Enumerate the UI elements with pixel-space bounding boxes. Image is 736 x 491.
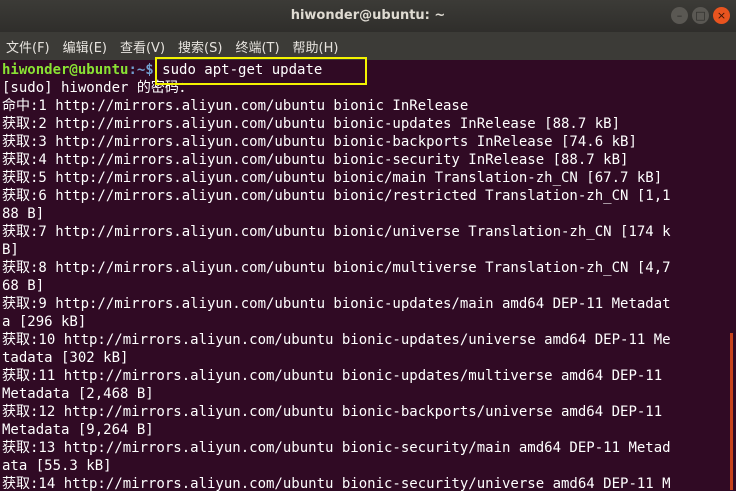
- terminal-window: hiwonder@ubuntu: ~ – □ × 文件(F) 编辑(E) 查看(…: [0, 0, 736, 491]
- terminal-line: 命中:1 http://mirrors.aliyun.com/ubuntu bi…: [2, 98, 469, 114]
- terminal-output[interactable]: hiwonder@ubuntu:~$ sudo apt-get update […: [2, 61, 726, 491]
- terminal-line: 获取:12 http://mirrors.aliyun.com/ubuntu b…: [2, 404, 663, 420]
- terminal-line: 获取:3 http://mirrors.aliyun.com/ubuntu bi…: [2, 134, 637, 150]
- title-bar[interactable]: hiwonder@ubuntu: ~ – □ ×: [0, 0, 736, 32]
- prompt-user: hiwonder@ubuntu: [2, 62, 129, 78]
- command-highlight-box: [155, 57, 367, 85]
- prompt-path: :~$: [128, 62, 154, 78]
- terminal-line: 获取:5 http://mirrors.aliyun.com/ubuntu bi…: [2, 170, 663, 186]
- menu-edit[interactable]: 编辑(E): [63, 37, 107, 56]
- window-title: hiwonder@ubuntu: ~: [290, 8, 446, 23]
- terminal-line: 获取:2 http://mirrors.aliyun.com/ubuntu bi…: [2, 116, 621, 132]
- menu-help[interactable]: 帮助(H): [293, 37, 339, 56]
- menu-view[interactable]: 查看(V): [120, 37, 165, 56]
- menu-bar: 文件(F) 编辑(E) 查看(V) 搜索(S) 终端(T) 帮助(H): [0, 32, 736, 60]
- minimize-button[interactable]: –: [671, 7, 688, 24]
- terminal-line: 68 B]: [2, 278, 45, 294]
- terminal-line: 获取:7 http://mirrors.aliyun.com/ubuntu bi…: [2, 224, 671, 240]
- terminal-line: tadata [302 kB]: [2, 350, 129, 366]
- maximize-button[interactable]: □: [692, 7, 709, 24]
- terminal-line: B]: [2, 242, 19, 258]
- terminal-line: 获取:11 http://mirrors.aliyun.com/ubuntu b…: [2, 368, 663, 384]
- window-controls: – □ ×: [671, 7, 730, 24]
- terminal-line: Metadata [9,264 B]: [2, 422, 154, 438]
- menu-search[interactable]: 搜索(S): [178, 37, 222, 56]
- menu-file[interactable]: 文件(F): [6, 37, 50, 56]
- terminal-line: a [296 kB]: [2, 314, 87, 330]
- terminal-line: 获取:8 http://mirrors.aliyun.com/ubuntu bi…: [2, 260, 671, 276]
- terminal-line: 获取:10 http://mirrors.aliyun.com/ubuntu b…: [2, 332, 671, 348]
- terminal-line: 获取:13 http://mirrors.aliyun.com/ubuntu b…: [2, 440, 671, 456]
- terminal-line: 获取:4 http://mirrors.aliyun.com/ubuntu bi…: [2, 152, 629, 168]
- terminal-line: 获取:6 http://mirrors.aliyun.com/ubuntu bi…: [2, 188, 671, 204]
- scrollbar[interactable]: [730, 333, 733, 490]
- terminal-line: Metadata [2,468 B]: [2, 386, 154, 402]
- close-button[interactable]: ×: [713, 7, 730, 24]
- terminal-line: 88 B]: [2, 206, 45, 222]
- menu-terminal[interactable]: 终端(T): [235, 37, 279, 56]
- terminal-line: ata [55.3 kB]: [2, 458, 112, 474]
- terminal-line: 获取:14 http://mirrors.aliyun.com/ubuntu b…: [2, 476, 671, 491]
- terminal-line: 获取:9 http://mirrors.aliyun.com/ubuntu bi…: [2, 296, 671, 312]
